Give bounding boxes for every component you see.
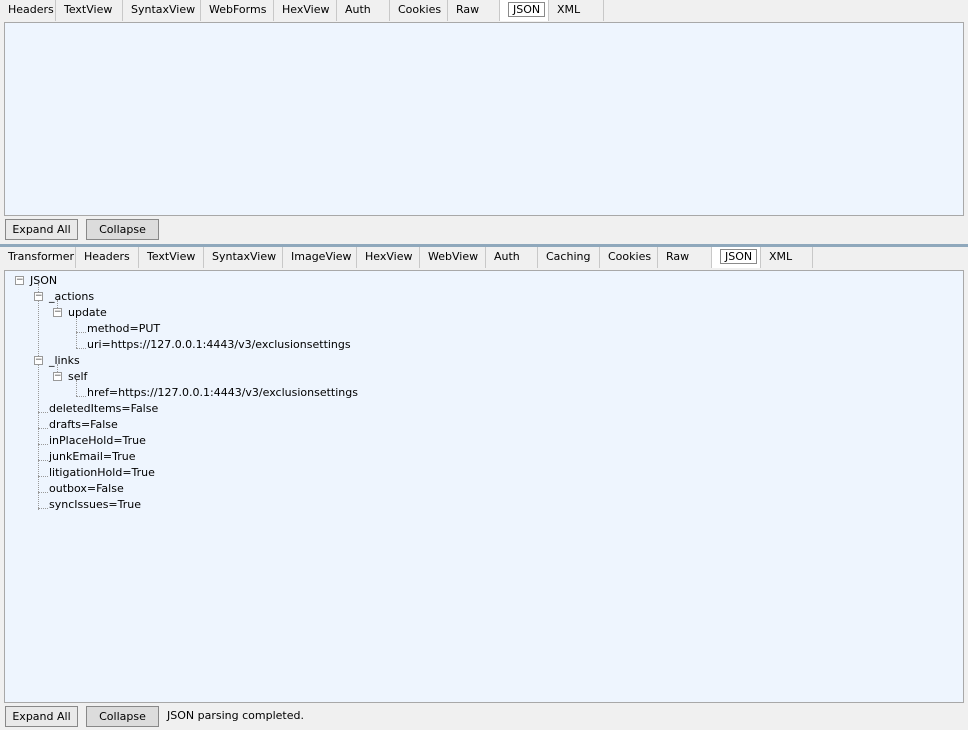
tree-line: [38, 508, 48, 509]
tree-node-drafts[interactable]: drafts=False: [49, 417, 118, 433]
request-tab-hexview[interactable]: HexView: [274, 0, 337, 21]
response-tab-imageview[interactable]: ImageView: [283, 247, 357, 268]
tree-node-links[interactable]: _links: [49, 353, 80, 369]
response-expand-all-button[interactable]: Expand All: [5, 706, 78, 727]
response-tab-json[interactable]: JSON: [712, 247, 761, 268]
response-tab-hexview[interactable]: HexView: [357, 247, 420, 268]
minus-box-icon[interactable]: −: [15, 276, 24, 285]
tree-node-actions[interactable]: _actions: [49, 289, 94, 305]
request-tab-auth[interactable]: Auth: [337, 0, 390, 21]
tree-node-uri[interactable]: uri=https://127.0.0.1:4443/v3/exclusions…: [87, 337, 351, 353]
tree-line: [76, 348, 86, 349]
response-tab-headers[interactable]: Headers: [76, 247, 139, 268]
response-tab-webview[interactable]: WebView: [420, 247, 486, 268]
tree-line: [76, 396, 86, 397]
request-tab-webforms[interactable]: WebForms: [201, 0, 274, 21]
tree-line: [76, 332, 86, 333]
tree-node-litigation-hold[interactable]: litigationHold=True: [49, 465, 155, 481]
minus-box-icon[interactable]: −: [53, 308, 62, 317]
request-json-panel[interactable]: [4, 22, 964, 216]
minus-box-icon[interactable]: −: [34, 292, 43, 301]
tree-node-sync-issues[interactable]: syncIssues=True: [49, 497, 141, 513]
tree-node-root[interactable]: JSON: [30, 273, 57, 289]
tree-node-href[interactable]: href=https://127.0.0.1:4443/v3/exclusion…: [87, 385, 358, 401]
request-expand-all-button[interactable]: Expand All: [5, 219, 78, 240]
tree-node-update[interactable]: update: [68, 305, 107, 321]
response-tab-syntaxview[interactable]: SyntaxView: [204, 247, 283, 268]
response-tab-raw[interactable]: Raw: [658, 247, 712, 268]
minus-box-icon[interactable]: −: [53, 372, 62, 381]
response-tab-transformer[interactable]: Transformer: [0, 247, 76, 268]
request-tab-json[interactable]: JSON: [500, 0, 549, 21]
request-tab-xml[interactable]: XML: [549, 0, 604, 21]
response-json-tree[interactable]: − − − − − JSON _actions update method=PU…: [4, 270, 964, 703]
request-collapse-button[interactable]: Collapse: [86, 219, 159, 240]
response-tab-textview[interactable]: TextView: [139, 247, 204, 268]
tree-line: [38, 476, 48, 477]
tree-line: [38, 444, 48, 445]
request-tab-headers[interactable]: Headers: [0, 0, 56, 21]
tree-line: [38, 492, 48, 493]
tree-node-deleted-items[interactable]: deletedItems=False: [49, 401, 158, 417]
request-tab-textview[interactable]: TextView: [56, 0, 123, 21]
response-tab-caching[interactable]: Caching: [538, 247, 600, 268]
tree-line: [38, 460, 48, 461]
request-tab-raw[interactable]: Raw: [448, 0, 500, 21]
tree-node-method[interactable]: method=PUT: [87, 321, 160, 337]
request-tabbar: Headers TextView SyntaxView WebForms Hex…: [0, 0, 604, 21]
minus-box-icon[interactable]: −: [34, 356, 43, 365]
tree-line: [38, 412, 48, 413]
response-tab-xml[interactable]: XML: [761, 247, 813, 268]
tree-line: [38, 428, 48, 429]
tree-node-junk-email[interactable]: junkEmail=True: [49, 449, 135, 465]
tree-node-outbox[interactable]: outbox=False: [49, 481, 124, 497]
response-tab-cookies[interactable]: Cookies: [600, 247, 658, 268]
response-tab-auth[interactable]: Auth: [486, 247, 538, 268]
response-tabbar: Transformer Headers TextView SyntaxView …: [0, 247, 813, 268]
tree-node-in-place-hold[interactable]: inPlaceHold=True: [49, 433, 146, 449]
tree-node-self[interactable]: self: [68, 369, 87, 385]
request-tab-syntaxview[interactable]: SyntaxView: [123, 0, 201, 21]
request-tab-cookies[interactable]: Cookies: [390, 0, 448, 21]
status-text: JSON parsing completed.: [167, 709, 304, 722]
response-collapse-button[interactable]: Collapse: [86, 706, 159, 727]
